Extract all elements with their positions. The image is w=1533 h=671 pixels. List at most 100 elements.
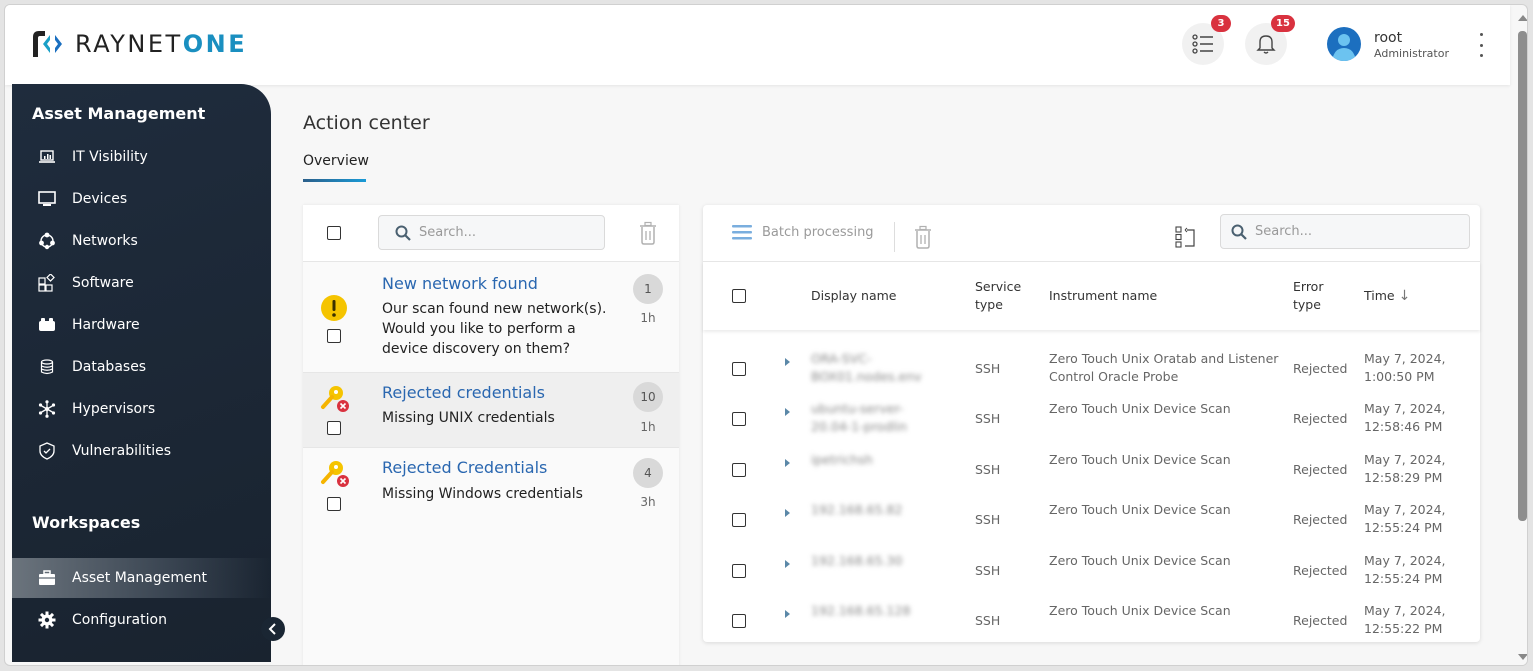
notifications-button[interactable]: 15 [1245, 15, 1295, 65]
cell-display-name[interactable]: ubuntu-server-20.04-1-prodlin [811, 400, 931, 436]
expand-row-icon[interactable] [785, 509, 790, 518]
cell-time-clock: 12:58:29 PM [1364, 469, 1443, 485]
sidebar-item-software[interactable]: Software [12, 263, 271, 303]
message-item[interactable]: New network found Our scan found new net… [303, 262, 679, 373]
apps-icon [38, 274, 56, 292]
cell-time: May 7, 2024, 1:00:50 PM [1364, 350, 1446, 386]
column-header-service-type[interactable]: Service type [975, 278, 1025, 314]
sidebar-item-hardware[interactable]: Hardware [12, 305, 271, 345]
cell-time: May 7, 2024, 12:58:29 PM [1364, 451, 1446, 487]
sidebar-item-devices[interactable]: Devices [12, 179, 271, 219]
sidebar-item-label: Devices [72, 191, 128, 207]
tasks-badge: 3 [1211, 15, 1231, 32]
page-title: Action center [303, 112, 430, 134]
message-title[interactable]: Rejected credentials [382, 383, 545, 402]
scrollbar-thumb[interactable] [1518, 31, 1527, 521]
column-header-display-name[interactable]: Display name [811, 287, 897, 305]
message-title[interactable]: Rejected Credentials [382, 458, 547, 477]
tasks-button[interactable]: 3 [1182, 15, 1231, 65]
sidebar-item-label: Hardware [72, 317, 140, 333]
tab-overview[interactable]: Overview [303, 153, 369, 169]
sidebar-item-label: Vulnerabilities [72, 443, 172, 459]
table-row[interactable]: 192.168.65.82 SSH Zero Touch Unix Device… [703, 495, 1480, 545]
cell-service-type: SSH [975, 411, 1001, 427]
message-checkbox[interactable] [327, 329, 341, 343]
cell-time-date: May 7, 2024, [1364, 603, 1446, 618]
expand-row-icon[interactable] [785, 358, 790, 366]
select-all-messages-checkbox[interactable] [327, 226, 341, 240]
column-chooser-icon[interactable] [1175, 226, 1197, 248]
table-header: Display name Service type Instrument nam… [703, 262, 1480, 330]
message-item[interactable]: Rejected Credentials Missing Windows cre… [303, 448, 679, 523]
table-row[interactable]: ipetrichsh SSH Zero Touch Unix Device Sc… [703, 445, 1480, 495]
message-checkbox[interactable] [327, 421, 341, 435]
sidebar-item-it-visibility[interactable]: IT Visibility [12, 137, 271, 177]
scroll-up-icon[interactable] [1518, 15, 1528, 21]
column-header-error-type[interactable]: Error type [1293, 278, 1333, 314]
cell-display-name[interactable]: ipetrichsh [811, 451, 931, 469]
details-toolbar: Batch processing Search... [703, 205, 1480, 262]
sidebar-item-label: Hypervisors [72, 401, 156, 417]
sidebar-item-hypervisors[interactable]: Hypervisors [12, 389, 271, 429]
batch-processing-label: Batch processing [762, 224, 874, 240]
expand-row-icon[interactable] [785, 559, 790, 568]
table-row[interactable]: ubuntu-server-20.04-1-prodlin SSH Zero T… [703, 394, 1480, 444]
page-scrollbar[interactable] [1514, 9, 1528, 665]
raynet-logo[interactable]: RAYNETONE [31, 29, 247, 59]
sidebar-item-networks[interactable]: Networks [12, 221, 271, 261]
tab-active-indicator [303, 179, 366, 182]
sidebar-section-asset-management: Asset Management [32, 104, 206, 123]
sidebar-item-label: Software [72, 275, 134, 291]
cell-instrument-name: Zero Touch Unix Device Scan [1049, 552, 1231, 568]
avatar[interactable] [1327, 27, 1361, 61]
table-row[interactable]: ORA-SVC-BOX01.nodes.env SSH Zero Touch U… [703, 344, 1480, 394]
row-checkbox[interactable] [732, 412, 746, 427]
sidebar-item-databases[interactable]: Databases [12, 347, 271, 387]
cell-error-type: Rejected [1293, 411, 1348, 427]
kebab-menu-icon[interactable] [1471, 33, 1491, 57]
cell-time-clock: 12:55:24 PM [1364, 520, 1443, 536]
collapse-sidebar-button[interactable] [261, 617, 285, 641]
column-header-instrument-name[interactable]: Instrument name [1049, 287, 1157, 305]
message-count: 4 [633, 458, 663, 488]
table-row[interactable]: 192.168.65.128 SSH Zero Touch Unix Devic… [703, 596, 1480, 646]
batch-processing-button[interactable]: Batch processing [732, 224, 874, 240]
cell-time: May 7, 2024, 12:55:24 PM [1364, 552, 1446, 588]
trash-icon[interactable] [913, 225, 933, 249]
workspace-configuration[interactable]: Configuration [12, 600, 271, 640]
messages-toolbar: Search... [303, 205, 679, 262]
cell-display-name[interactable]: 192.168.65.30 [811, 552, 931, 570]
messages-search-input[interactable]: Search... [378, 215, 605, 250]
expand-row-icon[interactable] [785, 610, 790, 618]
column-header-time[interactable]: Time ↓ [1364, 287, 1410, 305]
search-icon [1231, 224, 1247, 240]
row-checkbox[interactable] [732, 462, 746, 477]
scroll-down-icon[interactable] [1518, 654, 1528, 660]
cell-display-name[interactable]: ORA-SVC-BOX01.nodes.env [811, 350, 931, 386]
trash-icon[interactable] [638, 221, 658, 245]
expand-row-icon[interactable] [785, 408, 790, 417]
logo-text: RAYNETONE [75, 30, 248, 58]
select-all-rows-checkbox[interactable] [732, 289, 746, 303]
workspace-asset-management[interactable]: Asset Management [12, 558, 271, 598]
message-item[interactable]: Rejected credentials Missing UNIX creden… [303, 373, 679, 448]
details-search-input[interactable]: Search... [1220, 214, 1470, 249]
row-checkbox[interactable] [732, 362, 746, 376]
message-title[interactable]: New network found [382, 274, 538, 293]
sidebar-item-vulnerabilities[interactable]: Vulnerabilities [12, 431, 271, 471]
shield-icon [38, 442, 56, 460]
cell-display-name[interactable]: 192.168.65.82 [811, 501, 931, 519]
cell-error-type: Rejected [1293, 461, 1348, 477]
expand-row-icon[interactable] [785, 458, 790, 467]
cell-time: May 7, 2024, 12:55:24 PM [1364, 501, 1446, 537]
row-checkbox[interactable] [732, 563, 746, 578]
cell-service-type: SSH [975, 361, 1001, 376]
row-checkbox[interactable] [732, 513, 746, 528]
database-icon [38, 358, 56, 376]
cell-display-name[interactable]: 192.168.65.128 [811, 602, 931, 620]
row-checkbox[interactable] [732, 614, 746, 628]
message-checkbox[interactable] [327, 497, 341, 511]
message-count: 10 [633, 382, 663, 412]
sidebar-item-label: Databases [72, 359, 147, 375]
table-row[interactable]: 192.168.65.30 SSH Zero Touch Unix Device… [703, 546, 1480, 596]
